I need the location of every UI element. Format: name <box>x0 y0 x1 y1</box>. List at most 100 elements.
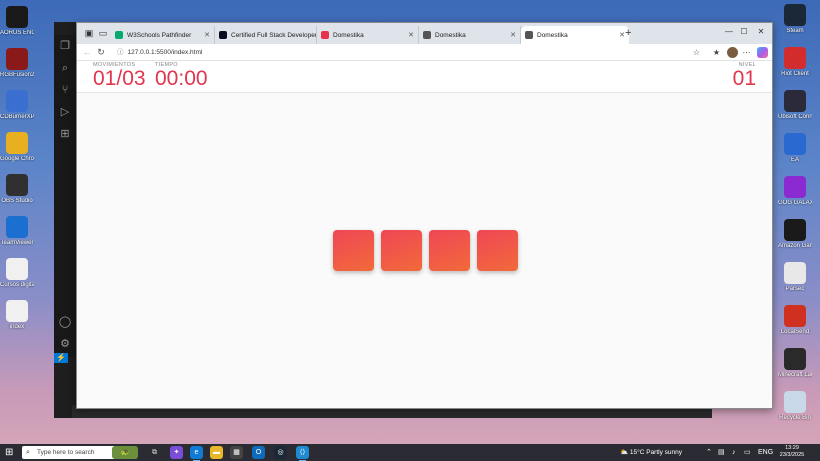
browser-tab[interactable]: Domestika ✕ <box>521 26 629 44</box>
game-tile[interactable] <box>477 230 518 271</box>
desktop-shortcut[interactable]: CDBurnerXP <box>0 90 34 120</box>
desktop-shortcut-label: RGBFusion2.0 <box>0 72 34 78</box>
remote-indicator-icon[interactable]: ⚡ <box>54 353 68 363</box>
chrome-icon <box>6 132 28 154</box>
desktop-shortcut[interactable]: TeamViewer <box>0 216 34 246</box>
desktop-shortcut[interactable]: Riot Client <box>778 47 812 77</box>
weather-widget[interactable]: ⛅ 15°C Partly sunny <box>620 447 682 458</box>
globe-favicon <box>525 31 533 39</box>
browser-window: ▣ ▭ W3Schools Pathfinder ✕ Certified Full … <box>76 22 773 409</box>
settings-gear-icon[interactable]: ⚙ <box>58 337 72 351</box>
store-icon[interactable]: ▦ <box>230 446 243 459</box>
desktop-shortcut[interactable]: RGBFusion2.0 <box>0 48 34 78</box>
browser-tab[interactable]: Domestika ✕ <box>419 26 521 44</box>
task-view-icon[interactable]: ⧉ <box>148 446 161 459</box>
desktop-shortcut[interactable]: Steam <box>778 4 812 34</box>
desktop-shortcut[interactable]: Google Chrome <box>0 132 34 162</box>
volume-icon[interactable]: ♪ <box>732 447 736 458</box>
file-explorer-icon[interactable]: ▬ <box>210 446 223 459</box>
workspaces-icon[interactable]: ▣ <box>83 27 95 39</box>
browser-tab[interactable]: W3Schools Pathfinder ✕ <box>111 26 215 44</box>
taskbar: ⊞ ⌕ Type here to search 🐢 ⧉ ✦ e ▬ ▦ O ◎ … <box>0 444 820 461</box>
timer: TIEMPO 00:00 <box>155 61 208 89</box>
desktop-shortcut-label: index <box>9 324 25 330</box>
teamviewer-icon <box>6 216 28 238</box>
account-icon[interactable]: ◯ <box>58 315 72 329</box>
browser-tab[interactable]: Certified Full Stack Developer Cu✕ <box>215 26 317 44</box>
profile-avatar[interactable] <box>727 47 738 58</box>
time-value: 00:00 <box>155 67 208 90</box>
desktop-shortcut-label: EA <box>790 157 799 163</box>
network-icon[interactable]: ▤ <box>718 447 725 458</box>
favorite-star-icon[interactable]: ☆ <box>691 47 702 58</box>
freecodecamp-favicon <box>219 31 227 39</box>
tab-close-icon[interactable]: ✕ <box>506 31 516 39</box>
desktop-shortcut[interactable]: index <box>0 300 34 330</box>
desktop-shortcut[interactable]: Minecraft Launcher <box>778 348 812 378</box>
show-hidden-icons[interactable]: ⌃ <box>706 447 712 458</box>
vscode-taskbar-icon[interactable]: ⟨⟩ <box>296 446 309 461</box>
refresh-icon[interactable]: ↻ <box>95 46 107 58</box>
edge-taskbar-icon[interactable]: e <box>190 446 203 461</box>
desktop-shortcut[interactable]: EA <box>778 133 812 163</box>
tab-close-icon[interactable]: ✕ <box>404 31 414 39</box>
file-icon <box>6 258 28 280</box>
desktop-shortcut-label: LocalSend <box>780 329 810 335</box>
minecraft-icon <box>784 348 806 370</box>
moves-counter: MOVIMIENTOS 01/03 <box>93 61 146 89</box>
explorer-icon[interactable]: ❐ <box>58 39 72 53</box>
desktop-shortcut-label: GOG GALAXY <box>778 200 812 206</box>
browser-tab[interactable]: Domestika ✕ <box>317 26 419 44</box>
desktop-shortcut[interactable]: Amazon Games <box>778 219 812 249</box>
language-indicator[interactable]: ENG <box>758 447 773 458</box>
tab-strip: ▣ ▭ W3Schools Pathfinder ✕ Certified Full … <box>77 23 772 44</box>
recycle-bin-icon <box>784 391 806 413</box>
windows-start-icon[interactable]: ⊞ <box>5 447 16 458</box>
desktop-shortcut[interactable]: Recycle Bin <box>778 391 812 421</box>
battery-icon[interactable]: ▭ <box>744 447 751 458</box>
desktop-shortcut[interactable]: OBS Studio <box>0 174 34 204</box>
search-icon[interactable]: ⌕ <box>58 61 72 75</box>
riot-icon <box>784 47 806 69</box>
more-menu-icon[interactable]: ⋯ <box>741 47 752 58</box>
tab-actions-icon[interactable]: ▭ <box>97 27 109 39</box>
desktop-shortcut[interactable]: LocalSend <box>778 305 812 335</box>
w3schools-favicon <box>115 31 123 39</box>
close-window-icon[interactable]: ✕ <box>754 27 768 36</box>
desktop-shortcut[interactable]: GOG GALAXY <box>778 176 812 206</box>
copilot-icon[interactable] <box>757 47 768 58</box>
maximize-icon[interactable]: ☐ <box>737 27 751 36</box>
steam-taskbar-icon[interactable]: ◎ <box>274 446 287 459</box>
outlook-icon[interactable]: O <box>252 446 265 459</box>
desktop-shortcut-label: Google Chrome <box>0 156 34 162</box>
ubisoft-icon <box>784 90 806 112</box>
desktop-shortcut-label: Cursos digitales <box>0 282 34 288</box>
desktop-shortcut[interactable]: Cursos digitales <box>0 258 34 288</box>
extensions-icon[interactable]: ⊞ <box>58 127 72 141</box>
desktop-shortcut-label: Amazon Games <box>778 243 812 249</box>
desktop-shortcut[interactable]: AORUS ENGINE <box>0 6 34 36</box>
tab-close-icon[interactable]: ✕ <box>200 31 210 39</box>
game-tile[interactable] <box>429 230 470 271</box>
desktop-shortcut-label: CDBurnerXP <box>0 114 34 120</box>
rgb-fusion-icon <box>6 48 28 70</box>
tab-close-icon[interactable]: ✕ <box>615 31 625 39</box>
minimize-icon[interactable]: — <box>722 27 736 36</box>
desktop-shortcut[interactable]: Parsec <box>778 262 812 292</box>
game-page: MOVIMIENTOS 01/03 TIEMPO 00:00 NIVEL 01 <box>77 61 772 408</box>
clock[interactable]: 13:29 23/3/2025 <box>774 445 810 459</box>
run-debug-icon[interactable]: ▷ <box>58 105 72 119</box>
favorites-icon[interactable]: ★ <box>711 47 722 58</box>
search-highlight-icon[interactable]: 🐢 <box>112 446 138 459</box>
tab-title: Certified Full Stack Developer Cu <box>231 31 317 39</box>
back-icon[interactable]: ← <box>81 46 93 58</box>
copilot-taskbar-icon[interactable]: ✦ <box>170 446 183 459</box>
source-control-icon[interactable]: ⑂ <box>58 83 72 97</box>
search-icon: ⌕ <box>26 449 30 456</box>
new-tab-button[interactable]: + <box>625 27 631 39</box>
game-tile[interactable] <box>333 230 374 271</box>
desktop-shortcut[interactable]: Ubisoft Connect <box>778 90 812 120</box>
game-tile[interactable] <box>381 230 422 271</box>
site-info-icon[interactable]: ⓘ <box>117 49 124 56</box>
address-bar[interactable]: ⓘ 127.0.0.1:5500/index.html <box>113 46 659 59</box>
